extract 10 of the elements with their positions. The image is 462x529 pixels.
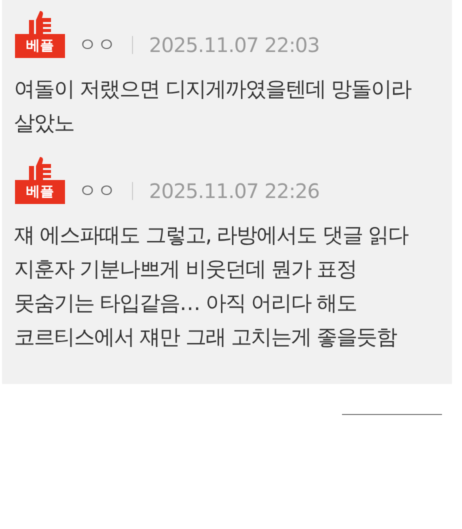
comment-date: 2025.11.07 22:03 xyxy=(149,32,320,58)
comment-date: 2025.11.07 22:26 xyxy=(149,178,320,204)
author-name: ㅇㅇ xyxy=(78,179,116,204)
thumbs-up-icon xyxy=(27,154,53,180)
best-reply-badge: 베플 xyxy=(15,180,65,204)
best-reply-badge: 베플 xyxy=(15,34,65,58)
author-name: ㅇㅇ xyxy=(78,33,116,58)
comment-text: 여돌이 저랬으면 디지게까였을텐데 망돌이라 살았노 xyxy=(14,76,412,137)
thumbs-up-icon xyxy=(27,8,53,34)
comment-text: 쟤 에스파때도 그렇고, 라방에서도 댓글 읽다 지훈자 기분나쁘게 비웃던데 뭔가 표정 못숨기는 타입같음… 아직 어리다 해도 코르티스에서 쟤만 그래 고치는게 좋을듯함 xyxy=(14,222,410,351)
